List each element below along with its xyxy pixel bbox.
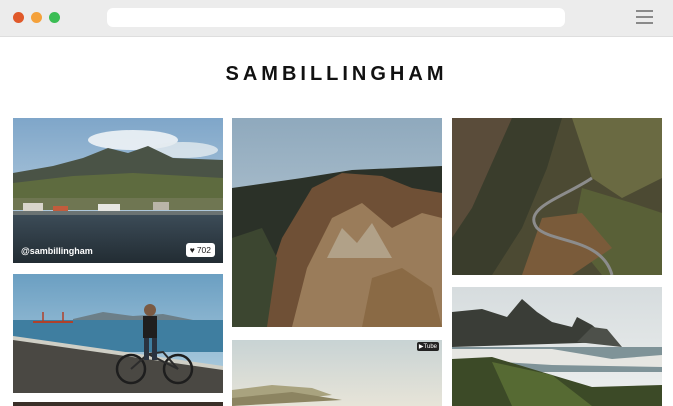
canyon-road-image (452, 118, 662, 275)
photo-rocky-cliff[interactable] (232, 118, 442, 327)
browser-chrome (0, 0, 673, 37)
photo-sea-stack-beach[interactable] (452, 287, 662, 406)
rocky-cliff-image (232, 118, 442, 327)
sea-stack-beach-image (452, 287, 662, 406)
minimize-window-dot[interactable] (31, 12, 42, 23)
photo-foggy-coast-video[interactable]: ▶Tube (232, 340, 442, 406)
maximize-window-dot[interactable] (49, 12, 60, 23)
photo-next-row[interactable] (13, 402, 223, 406)
photo-cyclist[interactable] (13, 274, 223, 393)
close-window-dot[interactable] (13, 12, 24, 23)
photo-harbor[interactable]: @sambillingham ♥ 702 (13, 118, 223, 263)
video-badge: ▶Tube (416, 342, 439, 351)
harbor-image (13, 118, 223, 263)
foggy-coast-image (232, 340, 442, 406)
likes-badge[interactable]: ♥ 702 (185, 243, 215, 257)
site-logo[interactable]: SAMBILLINGHAM (0, 63, 673, 86)
photo-canyon-road[interactable] (452, 118, 662, 275)
instagram-handle[interactable]: @sambillingham (21, 246, 93, 256)
hamburger-menu-icon[interactable] (636, 10, 653, 24)
heart-icon: ♥ (189, 245, 195, 255)
cyclist-image (13, 274, 223, 393)
address-bar[interactable] (107, 8, 565, 27)
likes-count: 702 (196, 245, 211, 255)
